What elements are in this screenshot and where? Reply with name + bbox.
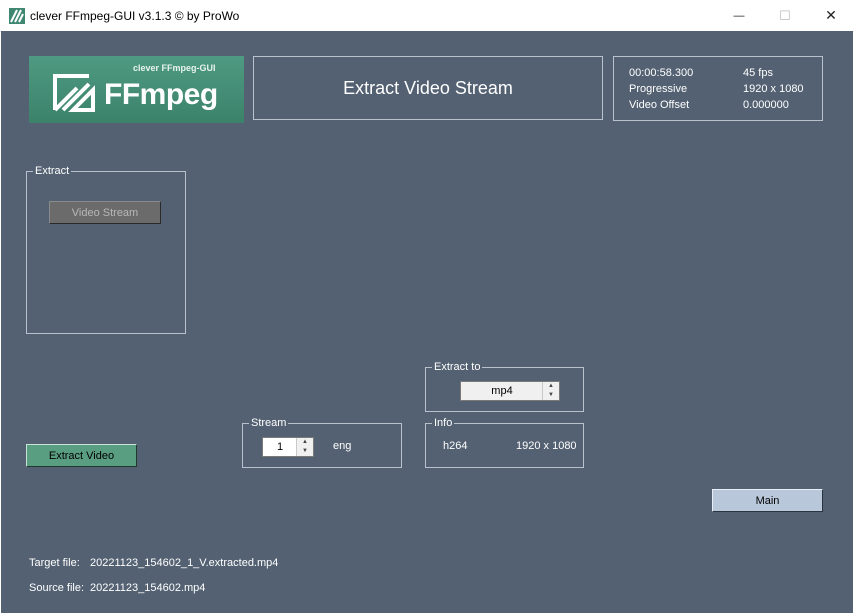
minimize-icon: — <box>733 9 745 22</box>
info-legend: Info <box>434 417 453 429</box>
source-file-label: Source file: <box>29 582 85 594</box>
main-button[interactable]: Main <box>712 489 823 512</box>
codec-value: h264 <box>443 440 468 452</box>
video-offset-label: Video Offset <box>629 99 690 111</box>
spin-up-icon[interactable]: ▲ <box>297 438 313 447</box>
stream-language: eng <box>333 440 352 452</box>
title-bar: clever FFmpeg-GUI v3.1.3 © by ProWo — ☐ … <box>0 0 854 32</box>
format-value: mp4 <box>491 385 513 397</box>
stream-number-stepper[interactable]: 1 ▲ ▼ <box>262 437 314 457</box>
format-spinner[interactable]: ▲ ▼ <box>542 382 559 400</box>
extract-group: Extract <box>26 165 186 334</box>
source-file-value: 20221123_154602.mp4 <box>90 582 206 594</box>
ffmpeg-mark-icon <box>53 74 95 112</box>
main-window: clever FFmpeg-GUI FFmpeg Extract Video S… <box>1 31 853 613</box>
media-info-panel: 00:00:58.300 45 fps Progressive 1920 x 1… <box>613 56 823 121</box>
resolution-value: 1920 x 1080 <box>743 83 804 95</box>
maximize-icon: ☐ <box>779 7 791 23</box>
video-stream-button[interactable]: Video Stream <box>49 201 161 224</box>
window-title: clever FFmpeg-GUI v3.1.3 © by ProWo <box>30 9 240 23</box>
fps-value: 45 fps <box>743 67 773 79</box>
spin-down-icon[interactable]: ▼ <box>297 447 313 456</box>
logo-caption: clever FFmpeg-GUI <box>133 63 216 73</box>
info-resolution-value: 1920 x 1080 <box>516 440 577 452</box>
scan-type-value: Progressive <box>629 83 688 95</box>
extract-to-legend: Extract to <box>434 361 481 373</box>
app-icon <box>9 8 25 24</box>
format-select[interactable]: mp4 ▲ ▼ <box>460 381 560 401</box>
logo-text: FFmpeg <box>104 78 218 111</box>
extract-video-button[interactable]: Extract Video <box>26 444 137 467</box>
close-icon: ✕ <box>825 7 837 23</box>
target-file-label: Target file: <box>29 557 80 569</box>
spin-up-icon[interactable]: ▲ <box>543 382 559 391</box>
stream-spinner[interactable]: ▲ ▼ <box>296 438 313 456</box>
video-offset-value: 0.000000 <box>743 99 789 111</box>
duration-value: 00:00:58.300 <box>629 67 694 79</box>
extract-group-legend: Extract <box>35 165 70 177</box>
header-panel: Extract Video Stream <box>253 56 603 120</box>
stream-legend: Stream <box>251 417 287 429</box>
ffmpeg-logo: clever FFmpeg-GUI FFmpeg <box>29 56 244 123</box>
spin-down-icon[interactable]: ▼ <box>543 391 559 400</box>
minimize-button[interactable]: — <box>716 0 762 31</box>
maximize-button[interactable]: ☐ <box>762 0 808 31</box>
stream-number-value: 1 <box>276 441 284 453</box>
target-file-value: 20221123_154602_1_V.extracted.mp4 <box>90 557 279 569</box>
page-title: Extract Video Stream <box>343 77 513 98</box>
close-button[interactable]: ✕ <box>808 0 854 31</box>
